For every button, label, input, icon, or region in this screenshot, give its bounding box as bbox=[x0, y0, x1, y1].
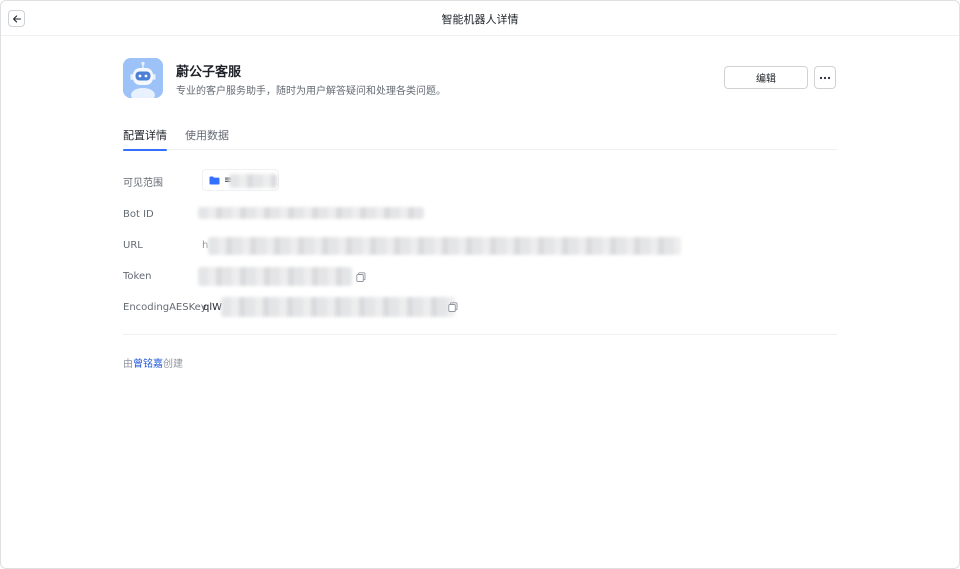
creator-info: 由曾铭嘉创建 bbox=[123, 355, 183, 370]
url-redacted bbox=[208, 237, 681, 255]
copy-icon[interactable] bbox=[356, 272, 366, 282]
tab-config-details[interactable]: 配置详情 bbox=[123, 127, 167, 151]
bot-name: 蔚公子客服 bbox=[176, 65, 242, 80]
page-title: 智能机器人详情 bbox=[441, 13, 519, 26]
bot-description: 专业的客户服务助手，随时为用户解答疑问和处理各类问题。 bbox=[176, 86, 446, 97]
bot-id-redacted bbox=[198, 207, 424, 219]
aes-key-redacted bbox=[221, 297, 455, 317]
top-bar: 智能机器人详情 bbox=[1, 1, 959, 36]
tab-bar: 配置详情 使用数据 bbox=[123, 127, 837, 151]
app-window: 智能机器人详情 蔚公子客服 专业的客户服务助手，随时为用户解答疑问和处理各类问题… bbox=[0, 0, 960, 569]
more-options-button[interactable] bbox=[814, 66, 836, 89]
creator-prefix: 由 bbox=[123, 359, 133, 370]
aes-key-label: EncodingAESKey bbox=[123, 302, 207, 313]
url-label: URL bbox=[123, 240, 143, 251]
tab-usage-data[interactable]: 使用数据 bbox=[185, 127, 229, 150]
more-dots-icon bbox=[819, 76, 831, 79]
token-redacted bbox=[198, 267, 352, 286]
folder-icon bbox=[209, 176, 220, 184]
scope-label: 可见范围 bbox=[123, 178, 163, 189]
aes-key-value-prefix: qlW bbox=[203, 302, 223, 313]
scope-redacted bbox=[229, 174, 277, 188]
section-divider bbox=[123, 334, 837, 335]
edit-button[interactable]: 编辑 bbox=[724, 66, 808, 89]
copy-icon-aes[interactable] bbox=[448, 302, 458, 312]
creator-suffix: 创建 bbox=[163, 359, 183, 370]
bot-avatar bbox=[123, 58, 163, 98]
token-label: Token bbox=[123, 271, 152, 282]
robot-icon bbox=[123, 58, 163, 98]
bot-id-label: Bot ID bbox=[123, 209, 154, 220]
creator-name-link[interactable]: 曾铭嘉 bbox=[133, 359, 163, 370]
